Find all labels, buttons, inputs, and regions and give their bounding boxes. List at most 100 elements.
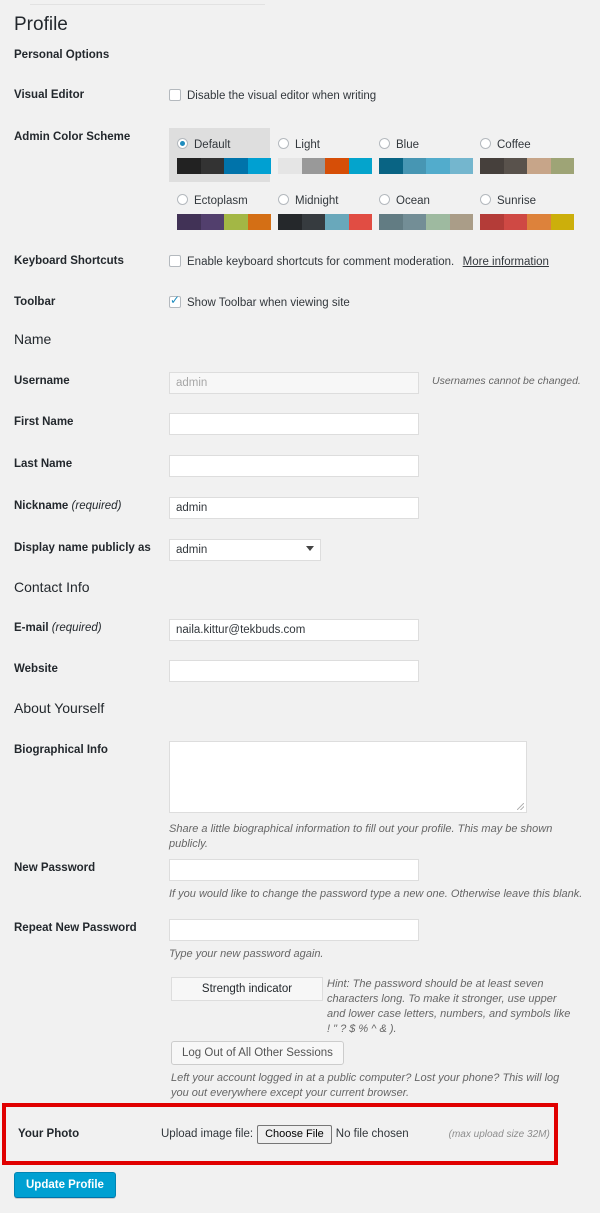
color-scheme-option-row[interactable]: Light	[278, 135, 363, 153]
username-label: Username	[14, 375, 70, 387]
biographical-info-textarea[interactable]	[169, 741, 527, 813]
color-scheme-ectoplasm[interactable]: Ectoplasm	[169, 184, 271, 238]
radio-ocean[interactable]	[379, 194, 390, 205]
nickname-label: Nickname (required)	[14, 497, 169, 514]
palette-swatch-1	[278, 214, 302, 230]
radio-default[interactable]	[177, 138, 188, 149]
keyboard-shortcuts-checkbox-label[interactable]: Enable keyboard shortcuts for comment mo…	[187, 256, 454, 268]
color-scheme-sunrise[interactable]: Sunrise	[472, 184, 574, 238]
choose-file-button[interactable]: Choose File	[257, 1124, 332, 1144]
color-scheme-label[interactable]: Default	[194, 139, 230, 151]
display-name-select-wrap[interactable]	[169, 539, 321, 561]
row-visual-editor: Visual Editor Disable the visual editor …	[0, 86, 600, 104]
color-scheme-label[interactable]: Midnight	[295, 195, 338, 207]
radio-coffee[interactable]	[480, 138, 491, 149]
palette-swatch-3	[426, 214, 450, 230]
row-sessions: Log Out of All Other Sessions Left your …	[171, 1041, 591, 1101]
radio-ectoplasm[interactable]	[177, 194, 188, 205]
email-field[interactable]	[169, 619, 419, 641]
color-scheme-label[interactable]: Light	[295, 139, 320, 151]
first-name-input[interactable]	[169, 413, 419, 435]
toolbar-checkbox-label[interactable]: Show Toolbar when viewing site	[187, 297, 350, 309]
top-divider	[30, 4, 265, 5]
color-scheme-option-row[interactable]: Coffee	[480, 135, 565, 153]
color-scheme-label[interactable]: Ocean	[396, 195, 430, 207]
row-biographical-info: Biographical Info Share a little biograp…	[0, 741, 600, 852]
row-nickname: Nickname (required)	[0, 497, 600, 519]
email-label: E-mail (required)	[14, 619, 169, 636]
keyboard-shortcuts-label: Keyboard Shortcuts	[14, 255, 124, 267]
color-scheme-option-row[interactable]: Ocean	[379, 191, 464, 209]
color-scheme-blue[interactable]: Blue	[371, 128, 473, 182]
update-profile-button[interactable]: Update Profile	[14, 1172, 116, 1198]
repeat-password-input[interactable]	[169, 919, 419, 941]
palette-swatch-1	[379, 158, 403, 174]
last-name-label: Last Name	[14, 458, 73, 470]
color-scheme-option-row[interactable]: Sunrise	[480, 191, 565, 209]
visual-editor-checkbox[interactable]	[169, 89, 181, 101]
logout-sessions-button[interactable]: Log Out of All Other Sessions	[171, 1041, 344, 1065]
color-scheme-label[interactable]: Ectoplasm	[194, 195, 248, 207]
your-photo-label: Your Photo	[18, 1128, 80, 1140]
sessions-hint: Left your account logged in at a public …	[171, 1072, 560, 1099]
color-scheme-midnight[interactable]: Midnight	[270, 184, 372, 238]
palette-swatch-4	[247, 214, 271, 230]
nickname-input[interactable]	[169, 497, 419, 519]
color-scheme-light[interactable]: Light	[270, 128, 372, 182]
palette-swatch-2	[301, 158, 325, 174]
new-password-input[interactable]	[169, 859, 419, 881]
palette-swatch-3	[224, 214, 248, 230]
row-toolbar: Toolbar Show Toolbar when viewing site	[0, 293, 600, 311]
row-username: Username Usernames cannot be changed.	[0, 372, 600, 394]
display-name-select[interactable]	[169, 539, 321, 561]
more-information-link[interactable]: More information	[463, 256, 549, 268]
row-last-name: Last Name	[0, 455, 600, 477]
color-scheme-ocean[interactable]: Ocean	[371, 184, 473, 238]
row-admin-color-scheme: Admin Color Scheme Default Light Blue Coffe…	[0, 128, 600, 240]
color-scheme-coffee[interactable]: Coffee	[472, 128, 574, 182]
color-scheme-option-row[interactable]: Midnight	[278, 191, 363, 209]
color-scheme-option-row[interactable]: Blue	[379, 135, 464, 153]
color-scheme-label[interactable]: Blue	[396, 139, 419, 151]
color-scheme-palette	[177, 158, 271, 174]
palette-swatch-3	[325, 158, 349, 174]
visual-editor-checkbox-label[interactable]: Disable the visual editor when writing	[187, 90, 376, 102]
radio-sunrise[interactable]	[480, 194, 491, 205]
palette-swatch-4	[449, 158, 473, 174]
palette-swatch-4	[348, 214, 372, 230]
your-photo-highlight-box: Your Photo Upload image file: Choose Fil…	[2, 1103, 558, 1165]
toolbar-checkbox[interactable]	[169, 293, 181, 308]
website-label: Website	[14, 663, 58, 675]
nickname-required-text: (required)	[71, 500, 122, 512]
repeat-password-label: Repeat New Password	[14, 922, 137, 934]
row-display-name: Display name publicly as	[0, 539, 600, 561]
palette-swatch-2	[200, 158, 224, 174]
palette-swatch-2	[503, 158, 527, 174]
color-scheme-default[interactable]: Default	[169, 128, 271, 182]
profile-page: Profile Personal Options Visual Editor D…	[0, 0, 600, 1213]
color-scheme-label[interactable]: Sunrise	[497, 195, 536, 207]
contact-info-heading: Contact Info	[14, 579, 90, 595]
radio-light[interactable]	[278, 138, 289, 149]
password-hint-text: Hint: The password should be at least se…	[327, 978, 571, 1035]
website-field[interactable]	[169, 660, 419, 682]
repeat-password-hint: Type your new password again.	[169, 948, 324, 960]
color-scheme-label[interactable]: Coffee	[497, 139, 531, 151]
palette-swatch-3	[527, 214, 551, 230]
palette-swatch-2	[402, 158, 426, 174]
last-name-input[interactable]	[169, 455, 419, 477]
palette-swatch-4	[550, 158, 574, 174]
color-scheme-palette	[379, 214, 473, 230]
radio-blue[interactable]	[379, 138, 390, 149]
strength-indicator: Strength indicator	[171, 977, 323, 1001]
new-password-label: New Password	[14, 862, 96, 874]
keyboard-shortcuts-checkbox[interactable]	[169, 255, 181, 267]
biographical-info-hint: Share a little biographical information …	[169, 823, 553, 850]
no-file-chosen-label: No file chosen	[335, 1128, 409, 1140]
color-scheme-option-row[interactable]: Ectoplasm	[177, 191, 262, 209]
first-name-label: First Name	[14, 416, 74, 428]
radio-midnight[interactable]	[278, 194, 289, 205]
palette-swatch-1	[177, 214, 201, 230]
username-input	[169, 372, 419, 394]
color-scheme-option-row[interactable]: Default	[177, 135, 262, 153]
